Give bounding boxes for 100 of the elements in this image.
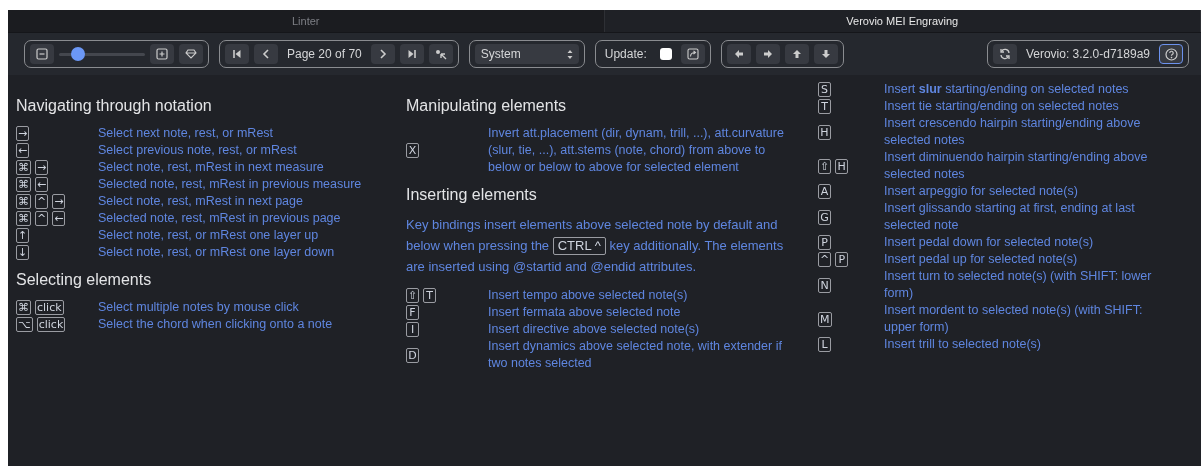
shortcut-description: Insert mordent to selected note(s) (with SHIFT: upper form)	[884, 302, 1144, 336]
key-cap: ↑	[16, 228, 30, 243]
key-cap: X	[406, 143, 419, 158]
key-cap: S	[818, 82, 831, 97]
chevron-left-icon	[262, 49, 270, 59]
key-cap: click	[36, 317, 66, 332]
shortcut-description: Selected note, rest, mRest in previous measure	[98, 176, 362, 193]
export-button[interactable]	[680, 44, 705, 64]
shortcut-description: Insert slur starting/ending on selected notes	[884, 81, 1129, 98]
shortcut-description: Invert att.placement (dir, dynam, trill, ...), att.curvature (slur, tie, ...), att.stems (note, chord) from above to below or below to above for selected element	[488, 125, 785, 176]
shortcut-description: Select next note, rest, or mRest	[98, 125, 274, 142]
updown-caret-icon	[566, 48, 573, 60]
key-cap: CTRL ^	[552, 237, 606, 255]
zoom-slider[interactable]	[59, 47, 145, 61]
shortcut-description: Insert trill to selected note(s)	[884, 336, 1041, 353]
section-heading: Inserting elements	[406, 186, 538, 204]
move-left-button[interactable]	[726, 44, 751, 64]
cursor-button[interactable]	[428, 44, 453, 64]
key-cap: P	[835, 252, 849, 267]
arrow-left-icon	[733, 49, 744, 59]
key-cap: L	[818, 337, 831, 352]
shortcut-description: Insert crescendo hairpin starting/ending above selected notes	[884, 115, 1142, 149]
shortcut-description: Insert dynamics above selected note, with extender if two notes selected	[488, 338, 783, 372]
next-page-button[interactable]	[370, 44, 395, 64]
gem-button[interactable]	[179, 44, 203, 64]
shortcut-description: Insert tie starting/ending on selected notes	[884, 98, 1119, 115]
refresh-button[interactable]	[992, 44, 1017, 64]
key-cap: ←	[16, 143, 30, 158]
section-heading: Navigating through notation	[16, 97, 213, 115]
key-cap: I	[406, 322, 419, 337]
shortcut-description: Select note, rest, mRest in next measure	[98, 159, 324, 176]
shortcut-description: Insert pedal up for selected note(s)	[884, 251, 1078, 268]
shortcut-description: Select note, rest, or mRest one layer down	[98, 244, 335, 261]
shortcut-description: Insert pedal down for selected note(s)	[884, 234, 1094, 251]
key-cap: D	[406, 347, 419, 363]
key-cap: ⌘	[16, 160, 31, 175]
key-cap: T	[423, 288, 437, 303]
key-cap: ⌘	[16, 211, 31, 226]
cursor-icon	[434, 48, 447, 60]
shortcut-description: Select note, rest, or mRest one layer up	[98, 227, 319, 244]
shortcut-description: Select multiple notes by mouse click	[98, 299, 299, 316]
minus-icon	[36, 48, 48, 60]
key-cap: ⌘	[16, 300, 31, 315]
key-cap: ←	[52, 211, 66, 226]
intro-text: Key bindings insert elements above selected note by default and below when pressing the CTRL ^ key additionally. The elements are inserted using @startid and @endid attributes.	[406, 216, 785, 276]
shortcut-description: Select previous note, rest, or mRest	[98, 142, 297, 159]
key-cap: ^	[35, 194, 49, 209]
key-cap: A	[818, 184, 831, 199]
section-heading: Manipulating elements	[406, 97, 568, 115]
key-cap: ⇧	[818, 158, 832, 174]
version-label: Verovio: 3.2.0-d7189a9	[1024, 47, 1151, 61]
arrow-right-icon	[762, 49, 773, 59]
section-heading: Selecting elements	[16, 271, 153, 289]
key-cap: →	[35, 160, 49, 175]
plus-icon	[156, 48, 168, 60]
key-cap: ^	[818, 252, 832, 267]
shortcut-description: Insert tempo above selected note(s)	[488, 287, 688, 304]
key-cap: ^	[35, 211, 49, 226]
refresh-icon	[998, 48, 1011, 60]
view-select[interactable]: System	[474, 44, 579, 64]
previous-page-button[interactable]	[254, 44, 278, 64]
arrow-down-icon	[820, 49, 831, 59]
key-cap: N	[818, 277, 831, 293]
help-button[interactable]	[1159, 44, 1183, 64]
zoom-in-button[interactable]	[150, 44, 174, 64]
shortcut-description: Insert directive above selected note(s)	[488, 321, 700, 338]
key-cap: ⌘	[16, 177, 31, 192]
shortcut-description: Insert arpeggio for selected note(s)	[884, 183, 1078, 200]
page-indicator: Page 20 of 70	[286, 47, 363, 61]
move-right-button[interactable]	[755, 44, 780, 64]
key-cap: →	[16, 126, 30, 141]
help-icon	[1164, 47, 1178, 61]
skip-forward-icon	[406, 49, 417, 59]
gem-icon	[185, 49, 197, 59]
zoom-out-button[interactable]	[30, 44, 54, 64]
tab[interactable]: Verovio MEI Engraving	[604, 10, 1201, 32]
key-cap: G	[818, 209, 831, 225]
shortcut-description: Insert turn to selected note(s) (with SHIFT: lower form)	[884, 268, 1153, 302]
key-cap: ⌥	[16, 317, 33, 332]
move-up-button[interactable]	[784, 44, 809, 64]
chevron-right-icon	[378, 49, 387, 59]
shortcut-description: Select the chord when clicking onto a note	[98, 316, 333, 333]
shortcut-description: Select note, rest, mRest in next page	[98, 193, 303, 210]
first-page-button[interactable]	[225, 44, 249, 64]
key-cap: P	[818, 235, 831, 250]
update-label: Update:	[603, 47, 648, 61]
skip-back-icon	[232, 49, 242, 59]
key-cap: F	[406, 305, 419, 320]
last-page-button[interactable]	[399, 44, 424, 64]
key-cap: ↓	[16, 245, 30, 260]
key-cap: →	[52, 194, 66, 209]
key-cap: ⌘	[16, 194, 31, 209]
shortcut-description: Insert fermata above selected note	[488, 304, 681, 321]
update-checkbox[interactable]	[659, 48, 672, 60]
move-down-button[interactable]	[813, 44, 838, 64]
key-cap: M	[818, 311, 832, 327]
tab[interactable]: Linter	[8, 10, 605, 32]
arrow-up-icon	[791, 49, 802, 59]
shortcut-description: Insert diminuendo hairpin starting/ending above selected notes	[884, 149, 1149, 183]
key-cap: H	[835, 158, 849, 174]
